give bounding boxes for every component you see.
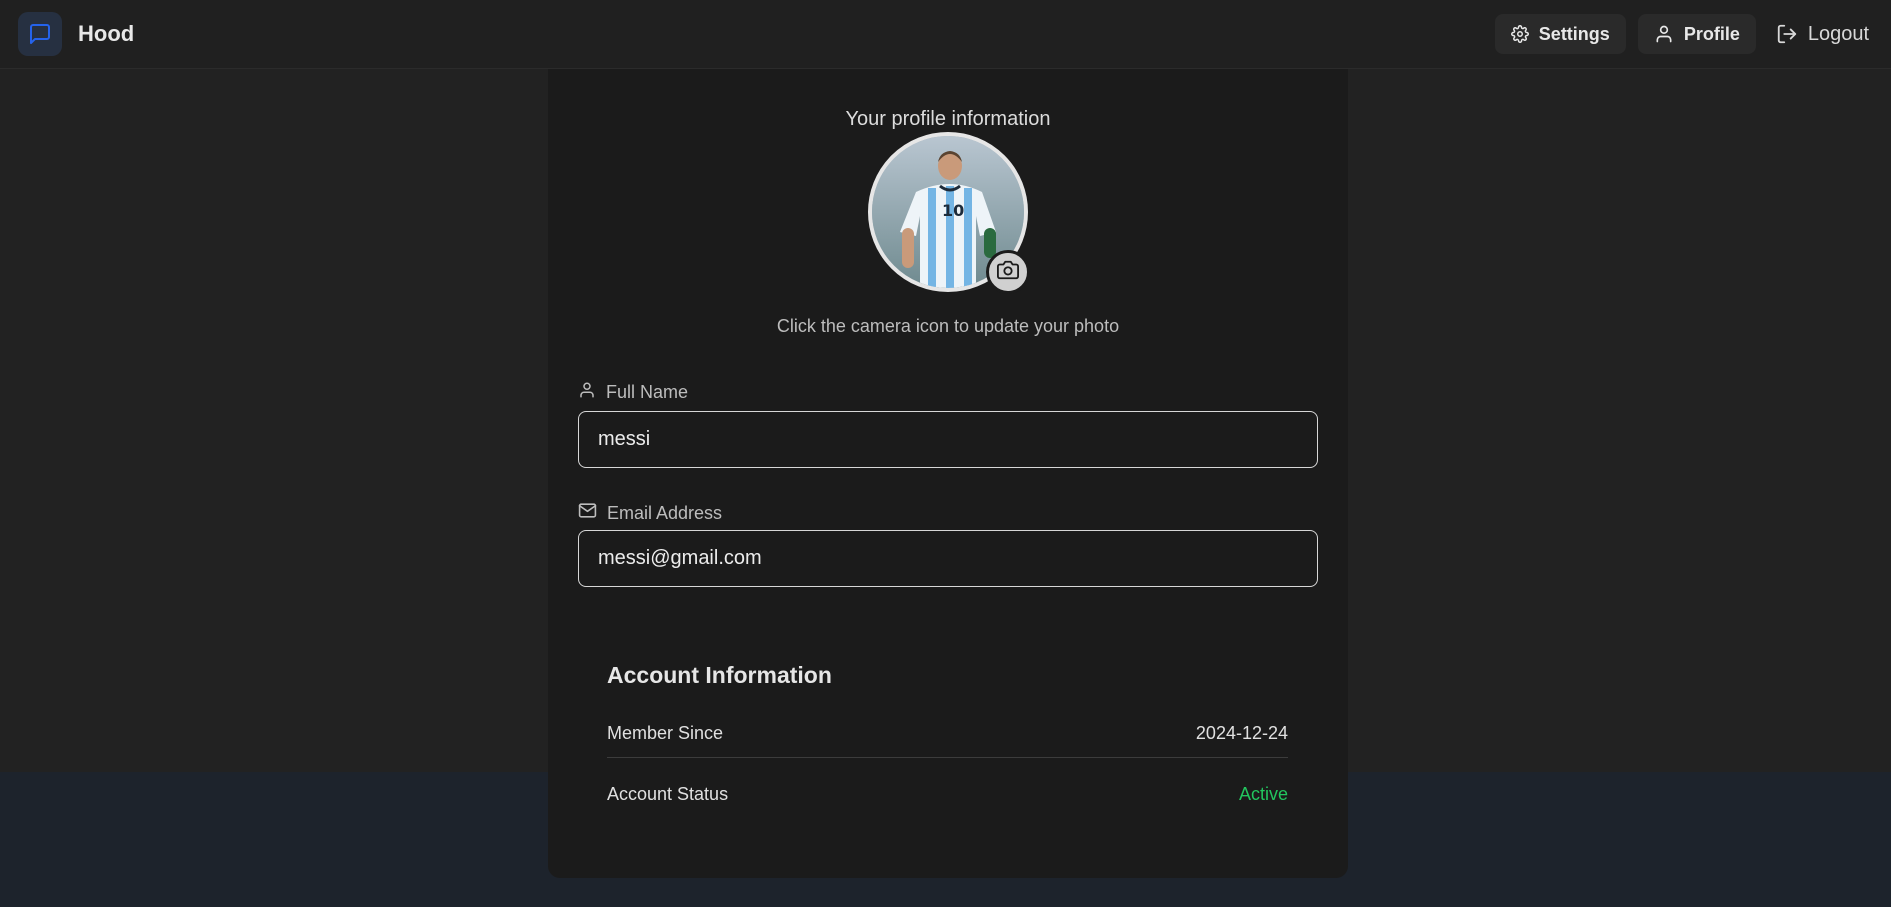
member-since-row: Member Since 2024-12-24 <box>607 723 1288 744</box>
full-name-label-text: Full Name <box>606 382 689 402</box>
user-icon <box>1654 24 1674 44</box>
profile-subtitle: Your profile information <box>845 108 1051 130</box>
logout-button[interactable]: Logout <box>1768 14 1873 54</box>
email-field[interactable]: messi@gmail.com <box>578 530 1318 587</box>
logout-icon <box>1776 23 1798 45</box>
account-info-title: Account Information <box>607 662 832 688</box>
member-since-label: Member Since <box>607 723 724 743</box>
profile-card: Your profile information 10 Click the ca… <box>548 40 1348 878</box>
settings-label: Settings <box>1538 23 1610 44</box>
divider <box>607 757 1288 758</box>
photo-hint: Click the camera icon to update your pho… <box>776 316 1120 336</box>
full-name-label: Full Name <box>578 381 688 404</box>
user-icon <box>578 381 596 404</box>
profile-button[interactable]: Profile <box>1637 14 1756 54</box>
settings-button[interactable]: Settings <box>1494 14 1626 54</box>
email-label: Email Address <box>578 501 722 525</box>
logout-label: Logout <box>1807 22 1869 45</box>
message-square-icon <box>18 12 62 56</box>
account-status-value: Active <box>1238 784 1288 804</box>
mail-icon <box>578 501 597 525</box>
email-label-text: Email Address <box>607 502 723 523</box>
brand[interactable]: Hood <box>18 12 134 56</box>
app-name: Hood <box>78 21 135 46</box>
full-name-field[interactable]: messi <box>578 411 1318 468</box>
camera-icon <box>997 259 1019 286</box>
profile-label: Profile <box>1683 23 1740 44</box>
account-status-row: Account Status Active <box>607 784 1288 805</box>
member-since-value: 2024-12-24 <box>1195 723 1288 743</box>
change-photo-button[interactable] <box>986 250 1030 294</box>
gear-icon <box>1510 25 1529 43</box>
nav-actions: Settings Profile Logout <box>1494 14 1873 54</box>
svg-text:10: 10 <box>942 201 964 220</box>
account-status-label: Account Status <box>607 784 729 804</box>
avatar-container: 10 <box>868 132 1030 294</box>
top-navbar: Hood Settings Profile Logout <box>0 0 1891 69</box>
